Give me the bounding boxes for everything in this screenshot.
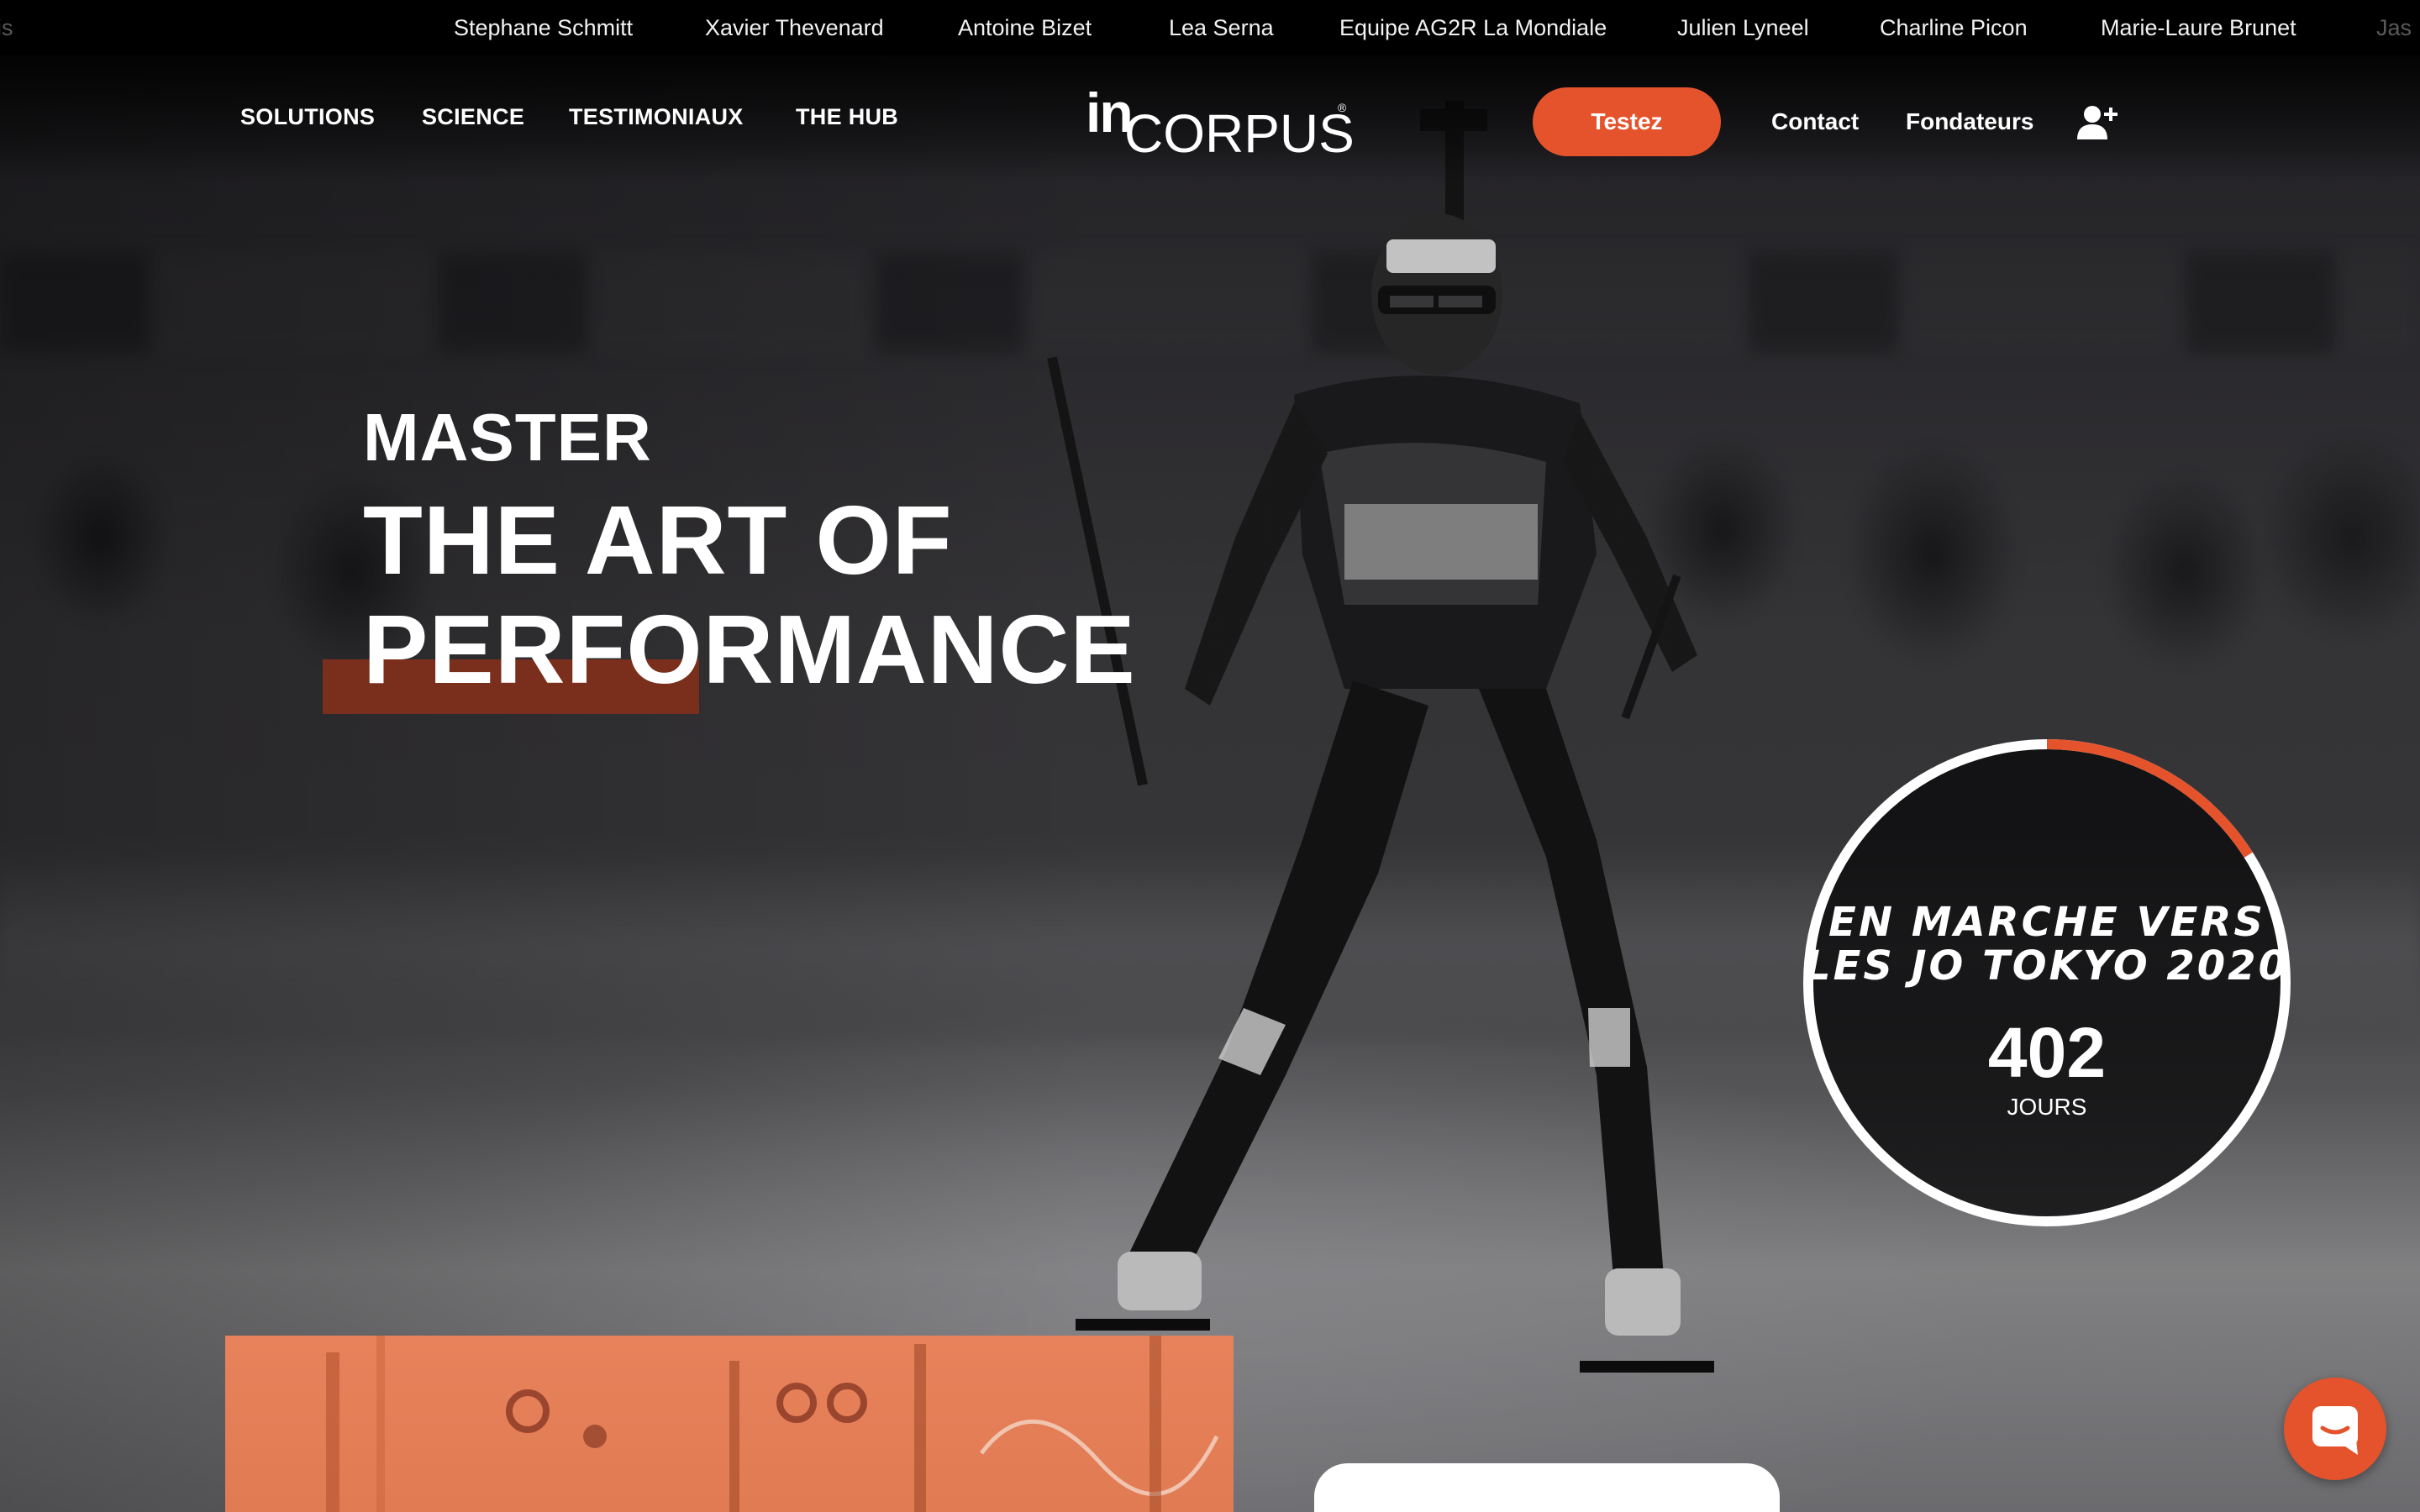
marquee-item: Lea Serna [1169, 15, 1274, 40]
nav-contact[interactable]: Contact [1771, 108, 1859, 135]
page: is Stephane Schmitt Xavier Thevenard Ant… [0, 0, 2420, 1512]
countdown-title-line-2: LES JO TOKYO 2020 [1805, 942, 2289, 990]
marquee-item: Julien Lyneel [1677, 15, 1809, 40]
logo-registered-mark: ® [1338, 101, 1347, 114]
countdown-title: EN MARCHE VERS LES JO TOKYO 2020 [1797, 900, 2297, 988]
incorpus-logo[interactable]: in CORPUS ® [1082, 81, 1355, 164]
olympics-countdown: EN MARCHE VERS LES JO TOKYO 2020 402 JOU… [1797, 732, 2297, 1233]
nav-fondateurs[interactable]: Fondateurs [1906, 108, 2033, 135]
marquee-item: Jas [2376, 15, 2412, 40]
chat-launcher-button[interactable] [2284, 1378, 2386, 1480]
gym-equipment-image [326, 1336, 1219, 1512]
gym-image-card[interactable] [225, 1336, 1234, 1512]
testez-button[interactable]: Testez [1533, 87, 1721, 156]
countdown-days-value: 402 [1987, 1013, 2107, 1092]
marquee-item: Charline Picon [1880, 15, 2028, 40]
marquee-item: Marie-Laure Brunet [2101, 15, 2296, 40]
nav-science[interactable]: SCIENCE [422, 104, 524, 130]
marquee-item: Stephane Schmitt [454, 15, 634, 40]
countdown-days-unit: JOURS [2007, 1094, 2087, 1120]
marquee-item: Equipe AG2R La Mondiale [1339, 15, 1607, 40]
nav-solutions[interactable]: SOLUTIONS [240, 104, 375, 130]
hero-kicker: MASTER [363, 400, 652, 475]
chat-icon [2312, 1406, 2358, 1455]
nav-testimoniaux[interactable]: TESTIMONIAUX [569, 104, 744, 130]
athlete-marquee: is Stephane Schmitt Xavier Thevenard Ant… [0, 0, 2420, 56]
marquee-item: is [0, 15, 13, 40]
marquee-item: Xavier Thevenard [705, 15, 884, 40]
hero-headline-line-2: PERFORMANCE [363, 595, 1136, 704]
white-content-card[interactable] [1314, 1463, 1780, 1512]
countdown-title-line-1: EN MARCHE VERS [1828, 899, 2265, 946]
marquee-item: Antoine Bizet [958, 15, 1092, 40]
logo-name: CORPUS [1124, 103, 1355, 164]
nav-the-hub[interactable]: THE HUB [796, 104, 898, 130]
hero-headline-line-1: THE ART OF [363, 486, 953, 595]
user-plus-icon[interactable] [2075, 102, 2123, 139]
